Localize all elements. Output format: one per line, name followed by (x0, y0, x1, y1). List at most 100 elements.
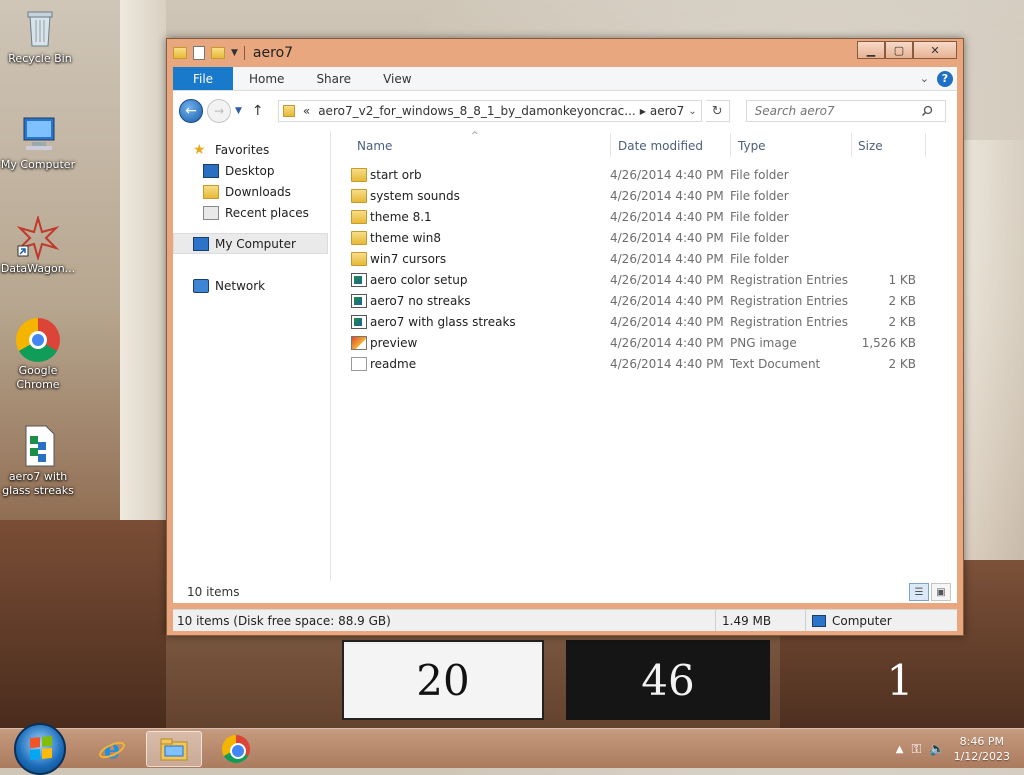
text-file-icon (351, 357, 367, 371)
table-row[interactable]: aero color setup 4/26/2014 4:40 PM Registr… (333, 270, 957, 291)
ribbon-tabs: File Home Share View ⌄ ? (173, 67, 957, 91)
status-summary: 10 items (Disk free space: 88.9 GB) (173, 610, 716, 631)
close-button[interactable]: ✕ (913, 41, 957, 59)
forward-button[interactable]: → (207, 99, 231, 123)
taskbar-google-chrome[interactable] (208, 731, 264, 767)
address-segment-current[interactable]: aero7 (650, 104, 684, 118)
chrome-icon (222, 735, 250, 763)
back-arrow-icon: ← (185, 103, 197, 119)
search-box (745, 100, 946, 122)
start-button[interactable] (14, 723, 66, 775)
address-separator-icon[interactable]: ▶ (640, 107, 646, 116)
taskbar-clock[interactable]: 8:46 PM 1/12/2023 (954, 734, 1010, 764)
column-divider[interactable] (610, 133, 611, 157)
large-icons-view-icon: ▣ (936, 586, 946, 598)
table-row[interactable]: aero7 with glass streaks 4/26/2014 4:40 P… (333, 312, 957, 333)
desktop-icon (203, 163, 219, 178)
column-header-name[interactable]: Name (357, 139, 617, 153)
downloads-folder-icon (203, 184, 219, 199)
wallpaper-pillar (120, 0, 166, 520)
registry-file-icon (351, 273, 367, 287)
address-segment-parent[interactable]: aero7_v2_for_windows_8_8_1_by_damonkeyon… (318, 104, 636, 118)
title-separator (243, 46, 245, 60)
network-status-icon[interactable]: ⚿ (912, 742, 922, 757)
table-row[interactable]: start orb 4/26/2014 4:40 PM File folder (333, 165, 957, 186)
nav-desktop[interactable]: Desktop (173, 160, 330, 181)
recent-places-icon (203, 205, 219, 220)
tab-share[interactable]: Share (300, 67, 367, 90)
taskbar-internet-explorer[interactable]: e (84, 731, 140, 767)
title-bar[interactable]: ▼ aero7 ▁ ▢ ✕ (167, 39, 963, 67)
refresh-button[interactable]: ↻ (705, 100, 730, 122)
maximize-icon: ▢ (893, 43, 905, 57)
table-row[interactable]: aero7 no streaks 4/26/2014 4:40 PM Registr… (333, 291, 957, 312)
forward-arrow-icon: → (213, 104, 225, 118)
address-dropdown-chevron-icon[interactable]: ⌄ (688, 106, 696, 117)
system-tray: ▲ ⚿ 🔈 8:46 PM 1/12/2023 (896, 729, 1024, 769)
properties-icon[interactable] (193, 46, 205, 60)
column-divider[interactable] (730, 133, 731, 157)
recent-locations-chevron-icon[interactable]: ▼ (235, 106, 242, 116)
up-arrow-icon[interactable]: ↑ (252, 103, 264, 119)
table-row[interactable]: theme win8 4/26/2014 4:40 PM File folder (333, 228, 957, 249)
desktop-icon-google-chrome[interactable]: Google Chrome (0, 318, 78, 392)
nav-downloads-label: Downloads (225, 184, 291, 199)
computer-icon (812, 614, 826, 627)
search-input[interactable] (752, 103, 921, 119)
tab-view[interactable]: View (367, 67, 427, 90)
desktop-icon-my-computer[interactable]: My Computer (0, 112, 78, 172)
volume-icon[interactable]: 🔈 (929, 742, 945, 757)
column-header-size[interactable]: Size (858, 139, 918, 153)
datawagon-icon (16, 214, 60, 262)
large-icons-view-button[interactable]: ▣ (931, 583, 951, 601)
new-folder-icon[interactable] (211, 47, 225, 59)
details-view-button[interactable]: ☰ (909, 583, 929, 601)
nav-recent-places[interactable]: Recent places (173, 202, 330, 223)
show-hidden-icons-icon[interactable]: ▲ (896, 744, 904, 755)
address-bar[interactable]: « aero7_v2_for_windows_8_8_1_by_damonkey… (277, 100, 702, 122)
folder-icon (351, 189, 367, 203)
column-divider[interactable] (925, 133, 926, 157)
item-count-bar: 10 items ☰ ▣ (173, 581, 957, 603)
maximize-button[interactable]: ▢ (885, 41, 913, 59)
file-explorer-icon (160, 738, 188, 761)
taskbar-file-explorer[interactable] (146, 731, 202, 767)
nav-network[interactable]: Network (173, 275, 330, 296)
column-divider[interactable] (851, 133, 852, 157)
nav-desktop-label: Desktop (225, 163, 275, 178)
desktop-icon-datawagon[interactable]: DataWagon... (0, 214, 78, 276)
nav-downloads[interactable]: Downloads (173, 181, 330, 202)
ribbon-expand-chevron-icon[interactable]: ⌄ (920, 72, 929, 85)
address-overflow[interactable]: « (303, 104, 310, 118)
table-row[interactable]: win7 cursors 4/26/2014 4:40 PM File folder (333, 249, 957, 270)
minimize-button[interactable]: ▁ (857, 41, 885, 59)
help-icon[interactable]: ? (937, 70, 953, 87)
table-row[interactable]: preview 4/26/2014 4:40 PM PNG image 1,526 K… (333, 333, 957, 354)
desktop-icon-recycle-bin[interactable]: Recycle Bin (0, 6, 80, 66)
desktop-icon-label: DataWagon... (0, 262, 76, 275)
quick-access-toolbar: ▼ (173, 46, 245, 60)
recycle-bin-icon (18, 6, 62, 50)
navigation-pane: ★ Favorites Desktop Downloads Recent pla… (173, 131, 331, 581)
column-header-type[interactable]: Type (738, 139, 848, 153)
tab-home[interactable]: Home (233, 67, 300, 90)
chrome-icon (16, 318, 60, 362)
table-row[interactable]: system sounds 4/26/2014 4:40 PM File folde… (333, 186, 957, 207)
wallpaper-clock-extra: 1 (886, 655, 914, 705)
folder-icon (282, 105, 295, 117)
nav-my-computer[interactable]: My Computer (173, 233, 328, 254)
search-icon[interactable] (921, 105, 933, 117)
back-button[interactable]: ← (179, 99, 203, 123)
table-row[interactable]: readme 4/26/2014 4:40 PM Text Document 2 KB (333, 354, 957, 375)
chevron-down-icon[interactable]: ▼ (231, 48, 238, 58)
nav-my-computer-label: My Computer (215, 236, 296, 251)
folder-icon[interactable] (173, 47, 187, 59)
column-header-date[interactable]: Date modified (618, 139, 728, 153)
desktop-icon-aero7-registry[interactable]: aero7 with glass streaks (0, 424, 78, 498)
tab-file[interactable]: File (173, 67, 233, 90)
table-row[interactable]: theme 8.1 4/26/2014 4:40 PM File folder (333, 207, 957, 228)
close-icon: ✕ (930, 43, 940, 57)
nav-favorites[interactable]: ★ Favorites (173, 139, 330, 160)
folder-icon (351, 168, 367, 182)
desktop-icon-label: Google Chrome (16, 364, 60, 391)
